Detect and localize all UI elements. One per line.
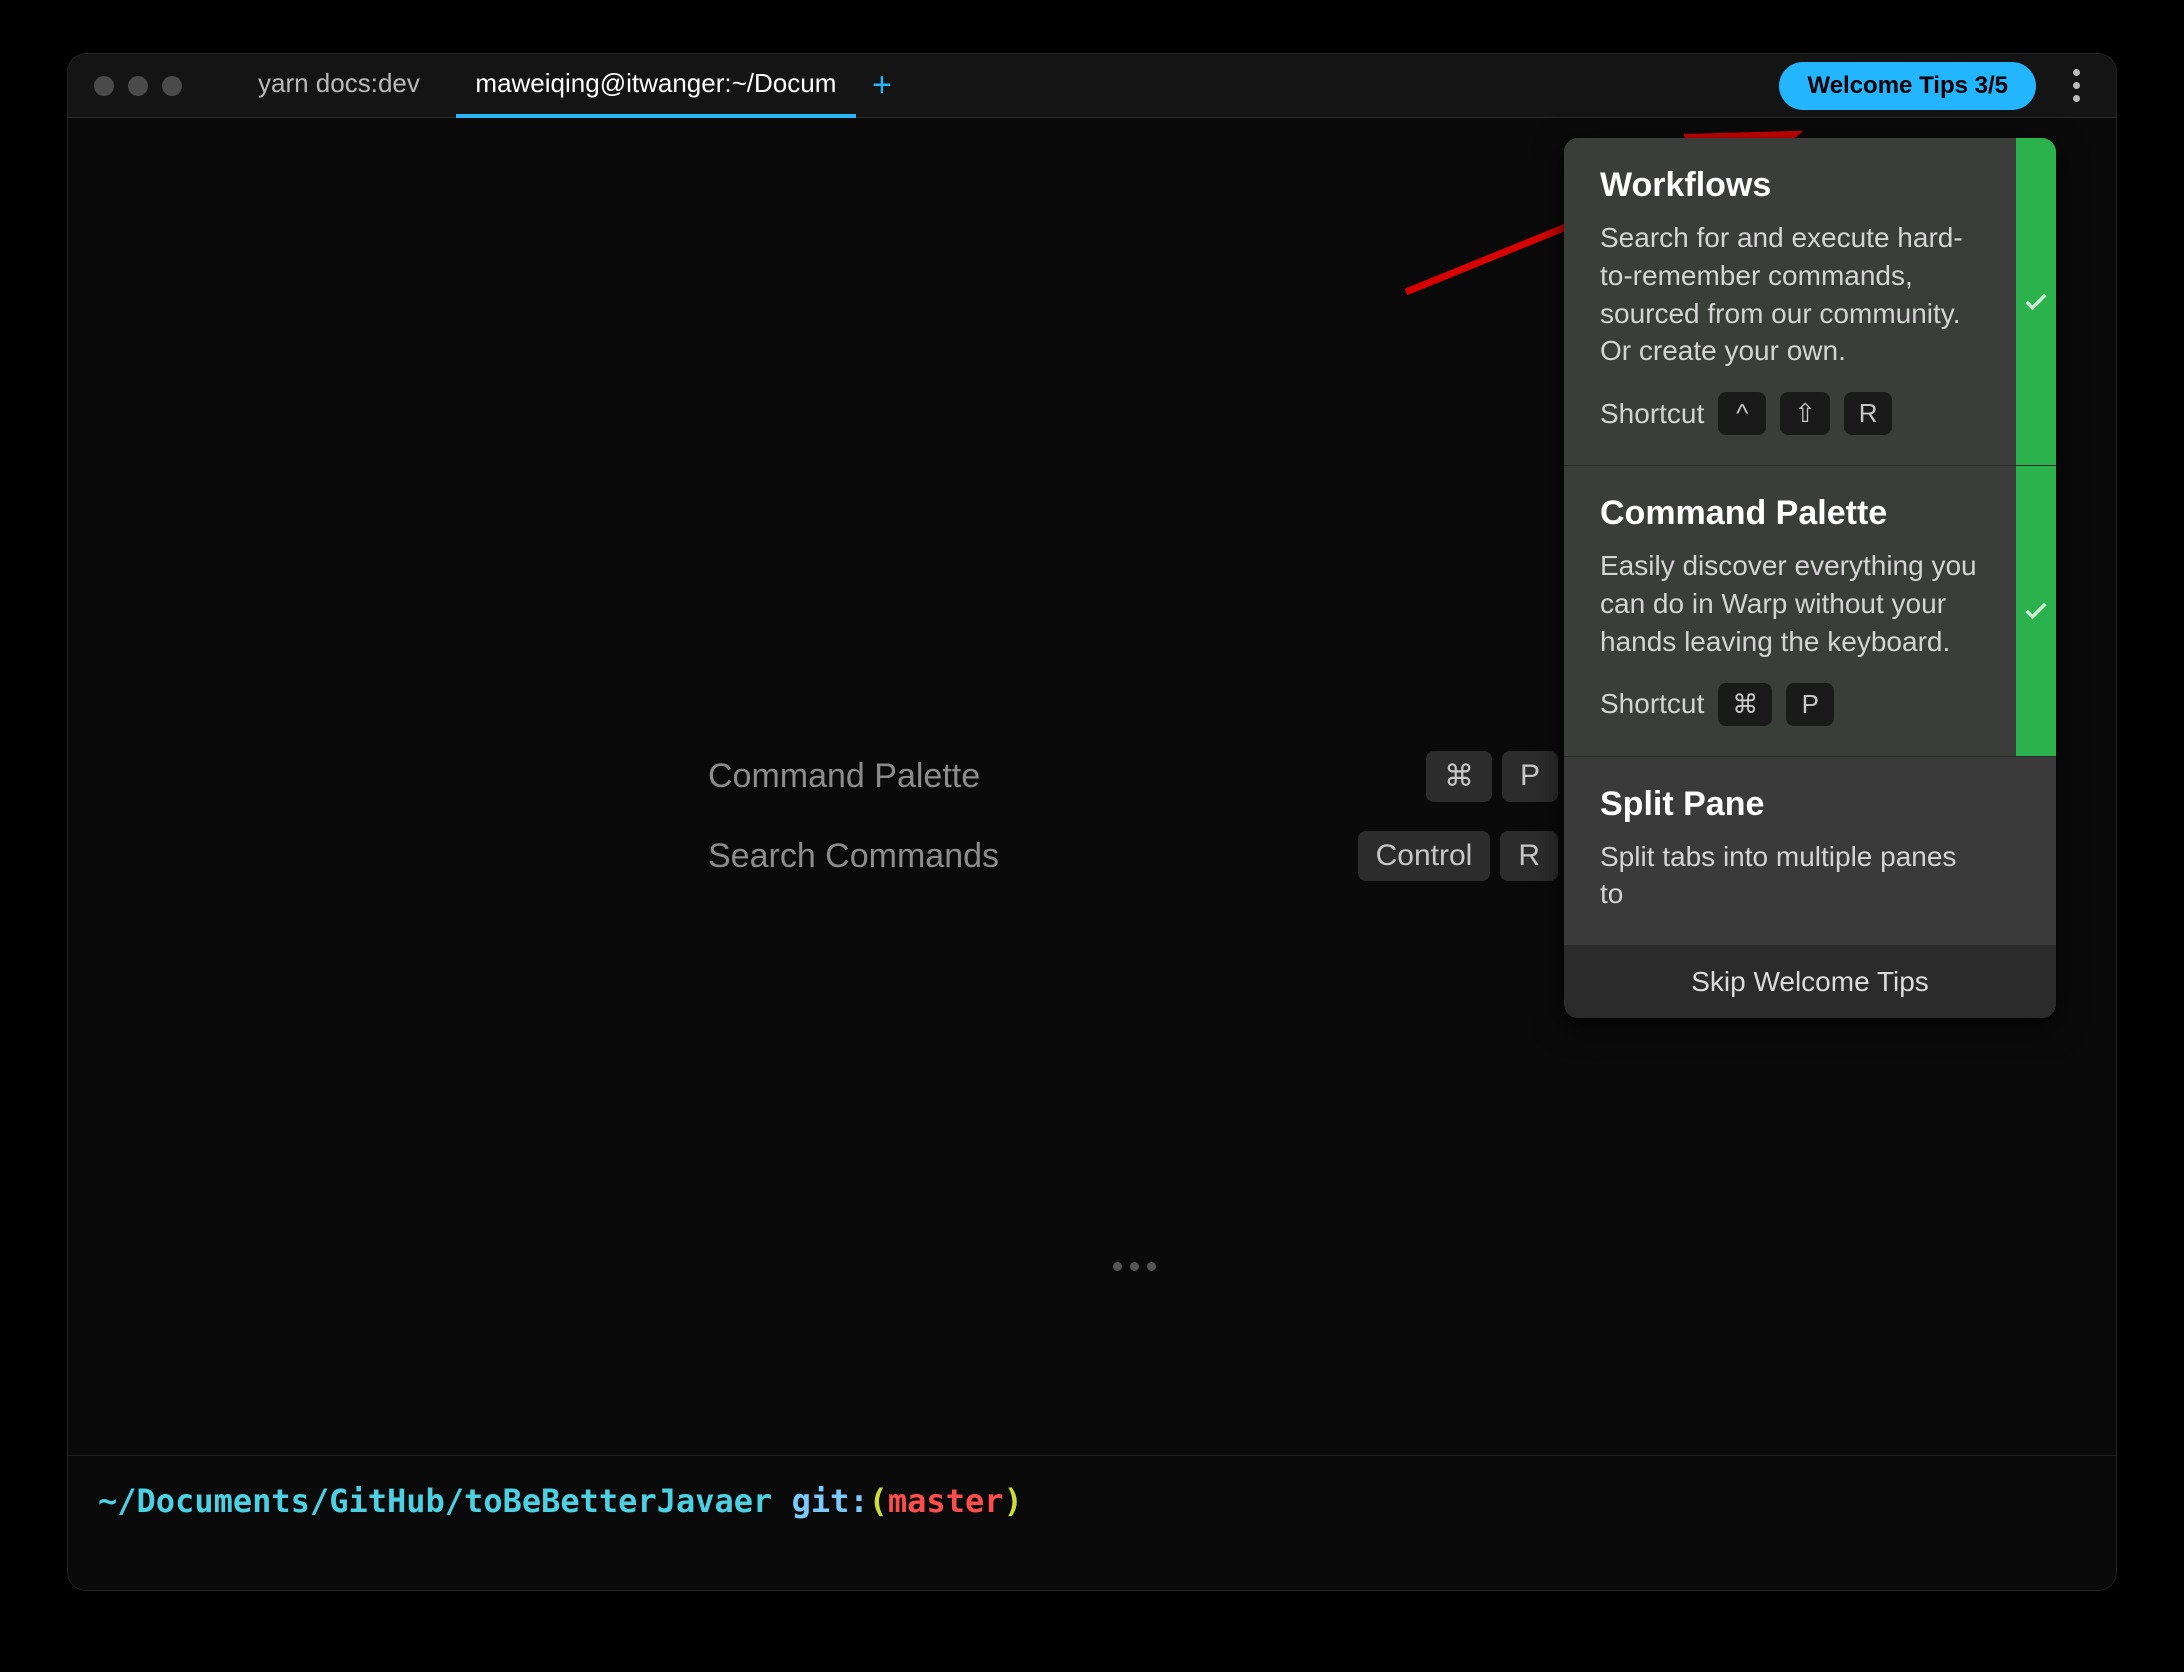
tip-card-command-palette[interactable]: Command Palette Easily discover everythi… — [1564, 466, 2056, 756]
tip-card-workflows[interactable]: Workflows Search for and execute hard-to… — [1564, 138, 2056, 466]
prompt-input[interactable]: ~/Documents/GitHub/toBeBetterJavaer git:… — [68, 1455, 2116, 1590]
tip-completed-stripe — [2016, 138, 2056, 465]
key-cmd: ⌘ — [1426, 751, 1492, 802]
tip-shortcut: Shortcut ⌘ P — [1600, 683, 1986, 726]
welcome-tips-button[interactable]: Welcome Tips 3/5 — [1779, 62, 2036, 110]
tip-title: Command Palette — [1600, 494, 1986, 533]
key-ctrl-icon: ^ — [1718, 392, 1766, 435]
prompt-paren-open: ( — [869, 1482, 888, 1520]
suggestion-search-commands[interactable]: Search Commands Control R — [708, 820, 1558, 892]
traffic-lights — [68, 76, 222, 96]
minimize-dot[interactable] — [128, 76, 148, 96]
check-icon — [2022, 288, 2050, 316]
close-dot[interactable] — [94, 76, 114, 96]
tip-shortcut: Shortcut ^ ⇧ R — [1600, 392, 1986, 435]
tip-body: Split tabs into multiple panes to — [1600, 838, 1986, 914]
tip-completed-stripe — [2016, 466, 2056, 755]
tip-card-split-pane[interactable]: Split Pane Split tabs into multiple pane… — [1564, 757, 2056, 947]
maximize-dot[interactable] — [162, 76, 182, 96]
prompt-git-label: git — [792, 1482, 850, 1520]
titlebar: yarn docs:dev maweiqing@itwanger:~/Docum… — [68, 54, 2116, 118]
tip-title: Split Pane — [1600, 785, 1986, 824]
plus-icon: + — [872, 66, 892, 105]
add-tab-button[interactable]: + — [856, 60, 908, 112]
prompt-paren-close: ) — [1003, 1482, 1022, 1520]
key-cmd-icon: ⌘ — [1718, 683, 1772, 726]
prompt-branch: master — [888, 1482, 1004, 1520]
key-control: Control — [1358, 831, 1491, 881]
prompt-path: ~/Documents/GitHub/toBeBetterJavaer — [98, 1482, 792, 1520]
key-r: R — [1844, 392, 1892, 435]
suggestion-label: Search Commands — [708, 837, 999, 876]
tip-body: Easily discover everything you can do in… — [1600, 547, 1986, 660]
skip-welcome-tips-button[interactable]: Skip Welcome Tips — [1564, 946, 2056, 1018]
more-menu-button[interactable] — [2054, 64, 2098, 108]
tab-inactive[interactable]: yarn docs:dev — [222, 54, 456, 118]
tip-body: Search for and execute hard-to-remember … — [1600, 219, 1986, 370]
tab-active[interactable]: maweiqing@itwanger:~/Docum — [456, 54, 856, 118]
welcome-tips-panel: Workflows Search for and execute hard-to… — [1564, 138, 2056, 1018]
key-p: P — [1502, 751, 1558, 802]
tip-title: Workflows — [1600, 166, 1986, 205]
more-indicator-icon — [1113, 1262, 1156, 1271]
key-r: R — [1500, 831, 1558, 881]
check-icon — [2022, 597, 2050, 625]
prompt-colon: : — [849, 1482, 868, 1520]
suggestion-command-palette[interactable]: Command Palette ⌘ P — [708, 740, 1558, 812]
key-shift-icon: ⇧ — [1780, 392, 1830, 435]
terminal-window: yarn docs:dev maweiqing@itwanger:~/Docum… — [68, 54, 2116, 1590]
suggestion-list: Command Palette ⌘ P Search Commands Cont… — [708, 740, 1558, 900]
suggestion-label: Command Palette — [708, 757, 980, 796]
key-p: P — [1786, 683, 1834, 726]
